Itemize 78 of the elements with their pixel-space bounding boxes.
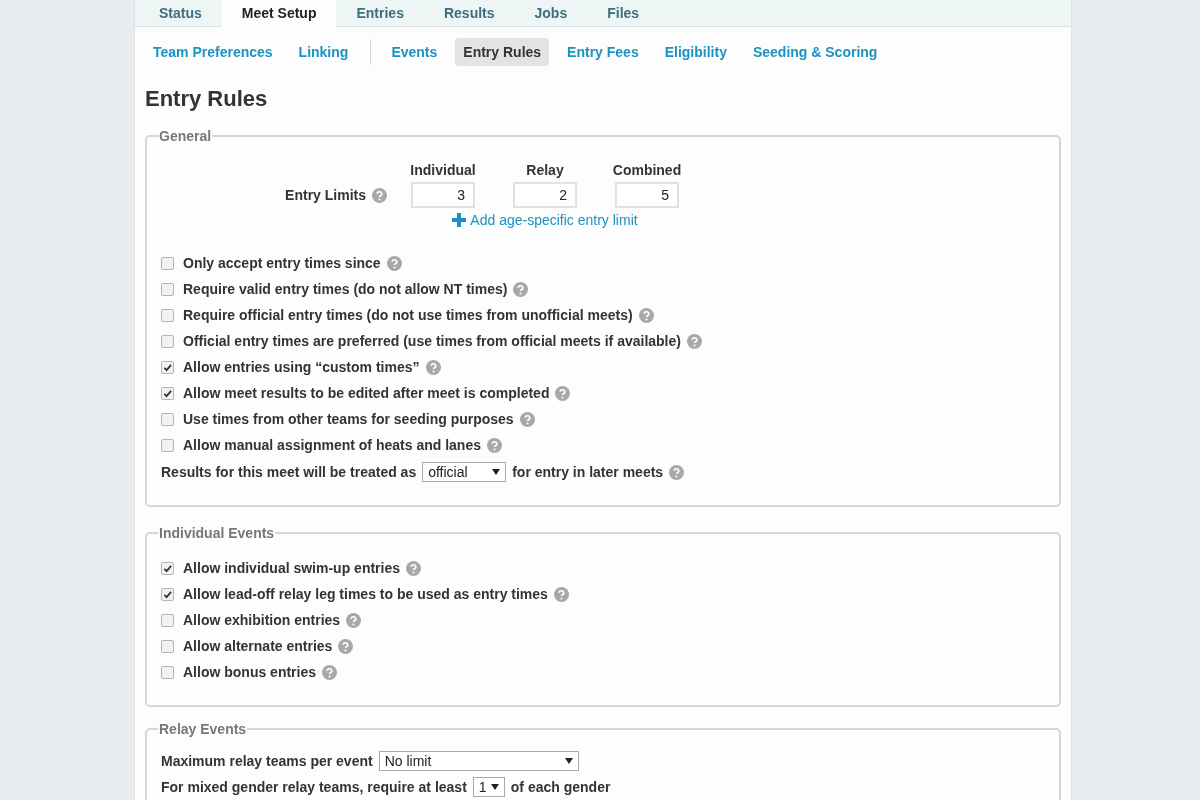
checkbox[interactable] <box>161 665 174 679</box>
option-label: Allow entries using “custom times” <box>183 359 420 375</box>
page-heading: Entry Rules <box>145 86 269 112</box>
mixed-gender-select[interactable]: 1 <box>472 777 505 797</box>
caret-icon <box>492 469 501 475</box>
column-header: Relay <box>525 162 565 178</box>
nav-tab[interactable]: Files <box>587 0 660 26</box>
results-label: for entry in later meets <box>512 464 664 480</box>
plus-icon <box>452 213 467 227</box>
help-icon[interactable] <box>338 638 354 654</box>
option-label: Require valid entry times (do not allow NT times) <box>183 281 508 297</box>
help-icon[interactable] <box>486 437 502 453</box>
help-icon[interactable] <box>372 187 387 203</box>
option-label: Allow bonus entries <box>183 664 316 680</box>
limit-field[interactable]: 5 <box>615 182 679 208</box>
subnav-tab[interactable]: Entry Rules <box>455 38 550 66</box>
help-icon[interactable] <box>519 411 535 427</box>
option-label: Allow individual swim-up entries <box>183 560 401 576</box>
subnav-tab[interactable]: Seeding & Scoring <box>744 38 886 66</box>
add-limit-link[interactable]: Add age-specific entry limit <box>452 212 638 228</box>
max-teams-label: Maximum relay teams per event <box>161 753 373 769</box>
checkbox[interactable] <box>161 360 174 374</box>
nav-tab[interactable]: Status <box>139 0 222 26</box>
option-label: Require official entry times (do not use times from unofficial meets) <box>183 307 633 323</box>
checkbox[interactable] <box>161 282 174 296</box>
checkbox[interactable] <box>161 438 174 452</box>
results-select[interactable]: official <box>422 462 507 482</box>
caret-icon <box>490 784 499 790</box>
checkbox[interactable] <box>161 561 174 575</box>
checkbox[interactable] <box>161 256 174 270</box>
help-icon[interactable] <box>322 664 337 680</box>
results-label: Results for this meet will be treated as <box>161 464 417 480</box>
option-label: Allow meet results to be edited after meet is completed <box>183 385 550 401</box>
limit-field[interactable]: 3 <box>411 182 475 208</box>
help-icon[interactable] <box>386 255 402 271</box>
help-icon[interactable] <box>513 281 529 297</box>
limit-field[interactable]: 2 <box>513 182 577 208</box>
nav-tab[interactable]: Meet Setup <box>221 0 337 27</box>
help-icon[interactable] <box>346 612 362 628</box>
help-icon[interactable] <box>425 359 441 375</box>
mixed-gender-label: For mixed gender relay teams, require at least <box>161 779 467 795</box>
checkbox[interactable] <box>161 412 174 426</box>
subnav-tab[interactable]: Entry Fees <box>559 38 647 66</box>
max-teams-select[interactable]: No limit <box>378 751 579 771</box>
option-label: Allow lead-off relay leg times to be used as entry times <box>183 586 548 602</box>
subnav-tab[interactable]: Events <box>383 38 446 66</box>
column-header: Individual <box>409 162 477 178</box>
entry-limits-label: Entry Limits <box>285 187 366 203</box>
checkbox[interactable] <box>161 587 174 601</box>
checkbox[interactable] <box>161 334 174 348</box>
checkbox[interactable] <box>161 308 174 322</box>
help-icon[interactable] <box>686 333 702 349</box>
help-icon[interactable] <box>406 560 422 576</box>
section-legend: General <box>158 128 213 144</box>
help-icon[interactable] <box>553 586 569 602</box>
section-legend: Relay Events <box>158 721 248 737</box>
option-label: Allow alternate entries <box>183 638 333 654</box>
checkbox[interactable] <box>161 386 174 400</box>
checkbox[interactable] <box>161 613 174 627</box>
section-legend: Individual Events <box>158 525 276 541</box>
caret-icon <box>564 758 573 764</box>
column-header: Combined <box>611 162 683 178</box>
nav-tab[interactable]: Entries <box>336 0 424 26</box>
checkbox[interactable] <box>161 639 174 653</box>
subnav-tab[interactable]: Linking <box>290 38 357 66</box>
nav-tab[interactable]: Results <box>423 0 515 26</box>
option-label: Allow manual assignment of heats and lanes <box>183 437 481 453</box>
help-icon[interactable] <box>669 464 685 480</box>
nav-tab[interactable]: Jobs <box>514 0 588 26</box>
help-icon[interactable] <box>555 385 571 401</box>
option-label: Use times from other teams for seeding purposes <box>183 411 514 427</box>
subnav-tab[interactable]: Team Preferences <box>145 38 281 66</box>
option-label: Only accept entry times since <box>183 255 381 271</box>
option-label: Allow exhibition entries <box>183 612 341 628</box>
help-icon[interactable] <box>638 307 654 323</box>
option-label: Official entry times are preferred (use times from official meets if available) <box>183 333 681 349</box>
subnav-tab[interactable]: Eligibility <box>656 38 735 66</box>
mixed-gender-label: of each gender <box>510 779 611 795</box>
